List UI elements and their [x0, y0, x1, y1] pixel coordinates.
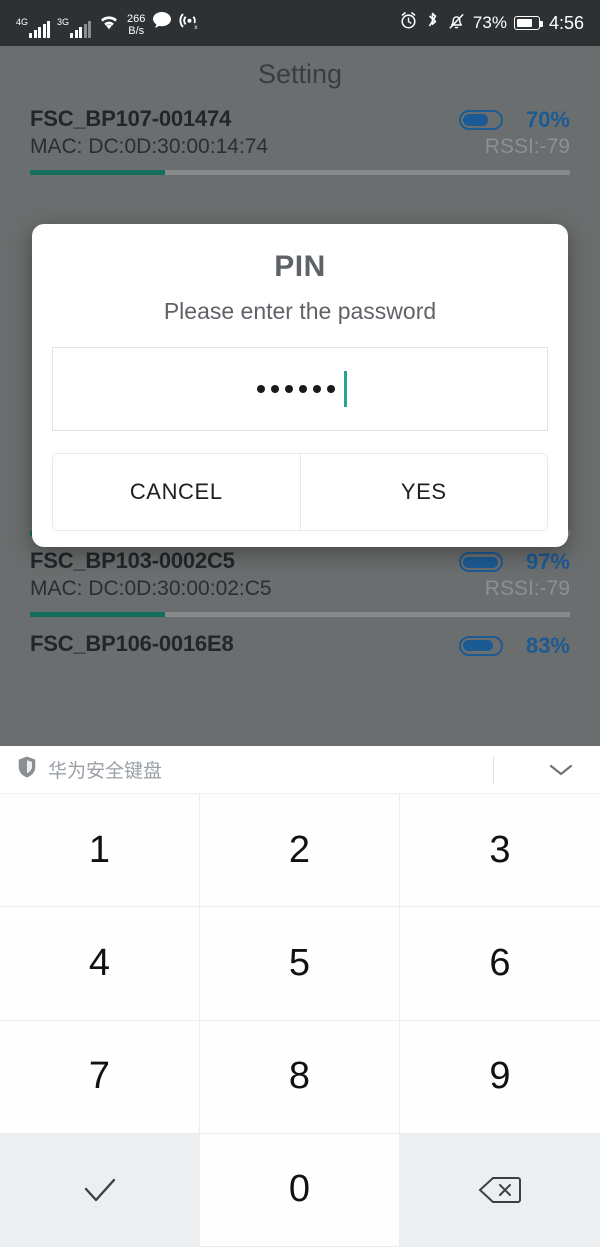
network-speed-value: 266	[127, 13, 146, 25]
dialog-actions: CANCEL YES	[52, 453, 548, 531]
keyboard-brand: 华为安全键盘	[16, 755, 493, 784]
key-8[interactable]: 8	[200, 1020, 400, 1134]
phone-screen: 4G 3G 266 B/s x 73% 4:56 Setting FSC_BP1…	[0, 0, 600, 1247]
key-backspace[interactable]	[400, 1133, 600, 1247]
location-off-icon: x	[179, 11, 200, 35]
battery-pill-icon	[459, 635, 503, 656]
device-battery-percent: 70%	[525, 107, 570, 133]
device-mac: MAC: DC:0D:30:00:02:C5	[30, 577, 272, 601]
status-bar-right: 73% 4:56	[399, 11, 584, 36]
pin-input[interactable]	[52, 347, 548, 431]
keyboard-header-divider	[493, 756, 494, 783]
silent-bell-icon	[447, 11, 466, 36]
signal-3g-icon: 3G	[57, 14, 92, 38]
key-9[interactable]: 9	[400, 1020, 600, 1134]
device-rssi: RSSI:-79	[484, 135, 570, 159]
confirm-button[interactable]: YES	[299, 454, 547, 530]
device-battery: 97%	[459, 549, 570, 575]
device-battery: 83%	[459, 633, 570, 659]
pin-dialog: PIN Please enter the password CANCEL YES	[32, 224, 568, 547]
dialog-title: PIN	[274, 250, 326, 283]
numeric-keyboard: 华为安全键盘 1 2 3 4 5 6 7 8 9 0	[0, 746, 600, 1247]
device-row-0[interactable]: FSC_BP107-001474 70% MAC: DC:0D:30:00:14…	[0, 102, 600, 176]
key-2[interactable]: 2	[200, 794, 400, 908]
network-speed-indicator: 266 B/s	[127, 14, 145, 37]
key-confirm-check[interactable]	[0, 1133, 200, 1247]
key-3[interactable]: 3	[400, 794, 600, 908]
key-6[interactable]: 6	[400, 907, 600, 1021]
key-1[interactable]: 1	[0, 794, 200, 908]
battery-icon	[513, 16, 543, 30]
device-name: FSC_BP106-0016E8	[30, 631, 234, 657]
keypad-grid: 1 2 3 4 5 6 7 8 9 0	[0, 794, 600, 1247]
text-caret	[343, 371, 347, 407]
battery-percent-label: 73%	[472, 13, 507, 32]
key-0[interactable]: 0	[200, 1133, 400, 1247]
key-7[interactable]: 7	[0, 1020, 200, 1134]
battery-pill-icon	[459, 110, 503, 131]
dialog-subtitle: Please enter the password	[163, 298, 437, 324]
shield-icon	[16, 755, 38, 784]
device-name: FSC_BP103-0002C5	[30, 548, 235, 574]
signal-4g-icon: 4G	[16, 14, 51, 38]
chevron-down-icon[interactable]	[538, 761, 584, 779]
keyboard-header: 华为安全键盘	[0, 746, 600, 794]
signal-4g-label: 4G	[16, 17, 29, 27]
key-4[interactable]: 4	[0, 907, 200, 1021]
message-icon	[152, 11, 172, 34]
status-bar-left: 4G 3G 266 B/s x	[16, 8, 399, 38]
signal-3g-label: 3G	[57, 17, 70, 27]
status-bar: 4G 3G 266 B/s x 73% 4:56	[0, 0, 600, 46]
device-row-2[interactable]: FSC_BP106-0016E8 83%	[0, 617, 600, 659]
device-battery-percent: 83%	[525, 632, 570, 658]
alarm-icon	[399, 11, 418, 35]
pin-masked-value	[254, 385, 338, 393]
backspace-icon	[476, 1173, 524, 1207]
wifi-icon	[98, 12, 120, 35]
svg-text:x: x	[195, 24, 199, 30]
clock-label: 4:56	[548, 12, 584, 33]
keyboard-brand-label: 华为安全键盘	[48, 761, 163, 782]
device-name: FSC_BP107-001474	[30, 106, 232, 131]
device-battery: 70%	[459, 107, 570, 133]
network-speed-unit: B/s	[128, 25, 145, 37]
device-battery-percent: 97%	[525, 549, 570, 575]
bluetooth-icon	[425, 11, 440, 36]
page-title: Setting	[0, 46, 600, 102]
device-mac: MAC: DC:0D:30:00:14:74	[30, 135, 269, 159]
key-5[interactable]: 5	[200, 907, 400, 1021]
cancel-button[interactable]: CANCEL	[53, 454, 300, 530]
device-rssi: RSSI:-79	[484, 577, 570, 601]
check-icon	[77, 1173, 123, 1207]
battery-pill-icon	[459, 552, 503, 573]
